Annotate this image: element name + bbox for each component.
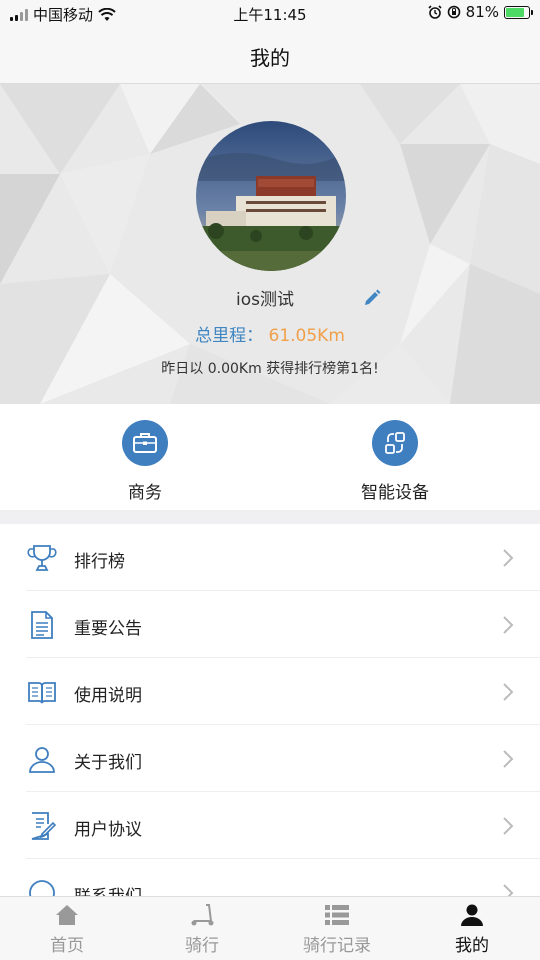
profile-header: ios测试 总里程： 61.05Km 昨日以 0.00Km 获得排行榜第1名!	[0, 84, 540, 404]
total-mileage: 总里程： 61.05Km	[0, 321, 540, 346]
menu-item-contact-us[interactable]: 联系我们	[26, 859, 540, 896]
smart-device-label: 智能设备	[361, 483, 429, 503]
mileage-label: 总里程：	[195, 326, 264, 346]
chevron-right-icon	[503, 616, 514, 634]
username: ios测试	[236, 290, 294, 310]
menu-label: 用户协议	[74, 820, 142, 840]
menu-label: 使用说明	[74, 686, 142, 706]
tab-label: 骑行记录	[303, 936, 371, 956]
mileage-value: 61.05Km	[268, 326, 345, 346]
book-icon	[28, 682, 56, 704]
tab-bar: 首页 骑行 骑行记录 我的	[0, 896, 540, 960]
trophy-icon	[27, 545, 57, 571]
tab-home[interactable]: 首页	[17, 903, 117, 956]
page-title: 我的	[250, 46, 290, 70]
chevron-right-icon	[503, 750, 514, 768]
menu-label: 排行榜	[74, 552, 125, 572]
chevron-right-icon	[503, 549, 514, 567]
person-icon	[29, 747, 55, 773]
contact-icon	[29, 880, 55, 896]
menu-item-announcements[interactable]: 重要公告	[26, 591, 540, 658]
menu-label: 联系我们	[74, 882, 142, 896]
edit-pencil-icon[interactable]	[362, 287, 382, 307]
scooter-icon	[191, 904, 214, 926]
tab-label: 首页	[50, 936, 84, 956]
section-divider	[0, 510, 540, 524]
avatar[interactable]	[196, 121, 346, 271]
chevron-right-icon	[503, 884, 514, 896]
menu-label: 重要公告	[74, 619, 142, 639]
user-icon	[461, 904, 483, 926]
chevron-right-icon	[503, 817, 514, 835]
menu-list: 排行榜 重要公告 使用说明 关于我们 用户协议	[0, 524, 540, 896]
document-icon	[31, 611, 53, 639]
rank-summary: 昨日以 0.00Km 获得排行榜第1名!	[161, 361, 379, 377]
quick-actions: 商务 智能设备	[0, 404, 540, 510]
home-icon	[56, 905, 78, 925]
tab-mine[interactable]: 我的	[422, 903, 522, 956]
smart-device-button[interactable]: 智能设备	[325, 420, 465, 503]
battery-charging-icon	[504, 5, 533, 19]
briefcase-icon	[122, 420, 168, 466]
alarm-icon	[428, 5, 442, 19]
chevron-right-icon	[503, 683, 514, 701]
avatar-photo	[196, 121, 346, 271]
business-button[interactable]: 商务	[75, 420, 215, 503]
tab-label: 骑行	[185, 936, 219, 956]
tab-label: 我的	[455, 936, 489, 956]
menu-label: 关于我们	[74, 753, 142, 773]
menu-item-instructions[interactable]: 使用说明	[26, 658, 540, 725]
tab-ride-records[interactable]: 骑行记录	[287, 903, 387, 956]
menu-item-leaderboard[interactable]: 排行榜	[26, 524, 540, 591]
orientation-lock-icon	[447, 5, 460, 19]
nav-bar: 我的	[0, 26, 540, 84]
agreement-icon	[31, 812, 57, 840]
list-icon	[325, 905, 349, 925]
device-swap-icon	[372, 420, 418, 466]
status-bar: 中国移动 上午11:45 81%	[0, 0, 540, 26]
tab-ride[interactable]: 骑行	[152, 903, 252, 956]
menu-item-about-us[interactable]: 关于我们	[26, 725, 540, 792]
menu-item-user-agreement[interactable]: 用户协议	[26, 792, 540, 859]
business-label: 商务	[128, 483, 162, 503]
battery-percent: 81%	[465, 3, 499, 21]
